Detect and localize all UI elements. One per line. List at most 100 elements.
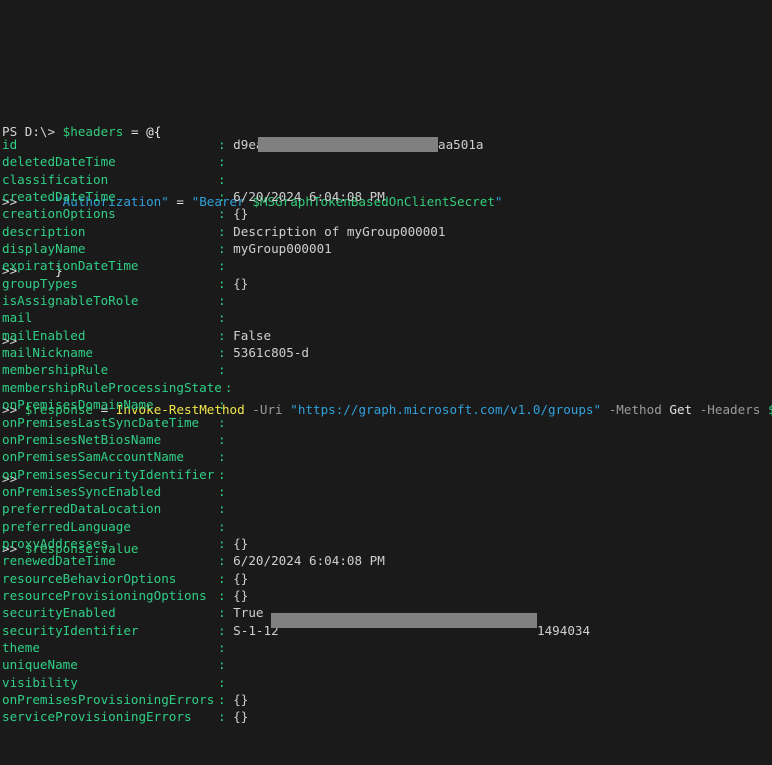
property-name: theme [2, 639, 40, 655]
property-name: proxyAddresses [2, 535, 109, 551]
property-row: creationOptions: {} [2, 205, 772, 222]
property-separator: : [218, 310, 226, 326]
property-value: Description of myGroup000001 [225, 223, 446, 239]
property-name: preferredLanguage [2, 518, 131, 534]
property-value: {} [225, 275, 249, 291]
property-separator: : [218, 345, 226, 361]
property-separator: : [218, 171, 226, 187]
property-value: False [225, 327, 272, 343]
property-name: renewedDateTime [2, 553, 116, 569]
property-row: membershipRule: [2, 361, 772, 378]
property-value: {} [225, 587, 249, 603]
property-name: serviceProvisioningErrors [2, 709, 192, 725]
property-name: creationOptions [2, 206, 116, 222]
property-row: resourceProvisioningOptions: {} [2, 587, 772, 604]
property-separator: : [218, 483, 226, 499]
property-name: visibility [2, 674, 78, 690]
property-separator: : [218, 518, 226, 534]
property-value: {} [225, 570, 249, 586]
property-row: proxyAddresses: {} [2, 535, 772, 552]
property-row: renewedDateTime: 6/20/2024 6:04:08 PM [2, 552, 772, 569]
property-row: onPremisesDomainName: [2, 396, 772, 413]
property-name: securityIdentifier [2, 622, 139, 638]
property-separator: : [218, 206, 226, 222]
property-row: createdDateTime: 6/20/2024 6:04:08 PM [2, 188, 772, 205]
property-value: myGroup000001 [225, 241, 332, 257]
property-separator: : [218, 605, 226, 621]
property-row: membershipRuleProcessingState: [2, 379, 772, 396]
property-value-tail: aa501a [438, 137, 484, 152]
property-name: isAssignableToRole [2, 293, 139, 309]
property-name: classification [2, 171, 109, 187]
property-name: securityEnabled [2, 605, 116, 621]
property-row: theme: [2, 639, 772, 656]
property-separator: : [218, 587, 226, 603]
property-separator: : [218, 189, 226, 205]
property-separator: : [218, 362, 226, 378]
property-separator: : [218, 431, 226, 447]
property-value: {} [225, 709, 249, 725]
property-value: 6/20/2024 6:04:08 PM [225, 553, 385, 569]
property-name: onPremisesSecurityIdentifier [2, 466, 215, 482]
property-row: onPremisesNetBiosName: [2, 431, 772, 448]
property-row: onPremisesSyncEnabled: [2, 483, 772, 500]
security-identifier-redaction-bar [271, 613, 537, 628]
property-name: createdDateTime [2, 189, 116, 205]
property-value: True [225, 605, 264, 621]
property-name: expirationDateTime [2, 258, 139, 274]
property-separator: : [218, 275, 226, 291]
group-object-output: id: d9ea aa501a deletedDateTime: classifica… [2, 136, 772, 726]
property-separator: : [218, 535, 226, 551]
property-separator: : [224, 379, 233, 395]
property-name: onPremisesNetBiosName [2, 431, 162, 447]
property-row: preferredLanguage: [2, 518, 772, 535]
property-separator: : [218, 553, 226, 569]
property-row: deletedDateTime: [2, 153, 772, 170]
property-name: groupTypes [2, 275, 78, 291]
property-separator: : [218, 657, 226, 673]
property-name: uniqueName [2, 657, 78, 673]
property-row: mailEnabled: False [2, 327, 772, 344]
property-separator: : [218, 466, 226, 482]
property-name: onPremisesSamAccountName [2, 449, 184, 465]
property-name: description [2, 223, 86, 239]
property-row: mail: [2, 309, 772, 326]
property-row: onPremisesSecurityIdentifier: [2, 466, 772, 483]
property-name: deletedDateTime [2, 154, 116, 170]
property-name: resourceProvisioningOptions [2, 587, 207, 603]
property-separator: : [218, 709, 226, 725]
powershell-terminal[interactable]: PS D:\> $headers = @{ >> "Authorization"… [0, 0, 772, 724]
property-value: 6/20/2024 6:04:08 PM [225, 189, 385, 205]
property-value: {} [225, 206, 249, 222]
property-separator: : [218, 622, 226, 638]
property-value: 5361c805-d [225, 345, 309, 361]
property-name: onPremisesDomainName [2, 397, 154, 413]
property-row: preferredDataLocation: [2, 500, 772, 517]
property-value: {} [225, 692, 249, 707]
property-name: mail [2, 310, 33, 326]
property-row: onPremisesProvisioningErrors: {} [2, 691, 772, 708]
property-separator: : [218, 414, 226, 430]
property-name: id [2, 137, 18, 152]
property-separator: : [218, 327, 226, 343]
property-row: onPremisesLastSyncDateTime: [2, 414, 772, 431]
property-separator: : [218, 258, 226, 274]
property-row: isAssignableToRole: [2, 292, 772, 309]
property-row: visibility: [2, 674, 772, 691]
property-row: expirationDateTime: [2, 257, 772, 274]
property-separator: : [218, 154, 226, 170]
property-name: membershipRule [2, 362, 109, 378]
property-name: onPremisesProvisioningErrors [2, 692, 215, 707]
property-separator: : [218, 570, 226, 586]
property-separator: : [218, 397, 226, 413]
property-row: displayName: myGroup000001 [2, 240, 772, 257]
property-row: onPremisesSamAccountName: [2, 448, 772, 465]
property-separator: : [218, 241, 226, 257]
property-value-tail: 1494034 [537, 622, 591, 638]
property-separator: : [218, 137, 226, 152]
property-row: serviceProvisioningErrors: {} [2, 708, 772, 725]
property-separator: : [218, 501, 226, 517]
property-name: onPremisesSyncEnabled [2, 483, 162, 499]
property-name: mailNickname [2, 345, 93, 361]
property-name: displayName [2, 241, 86, 257]
